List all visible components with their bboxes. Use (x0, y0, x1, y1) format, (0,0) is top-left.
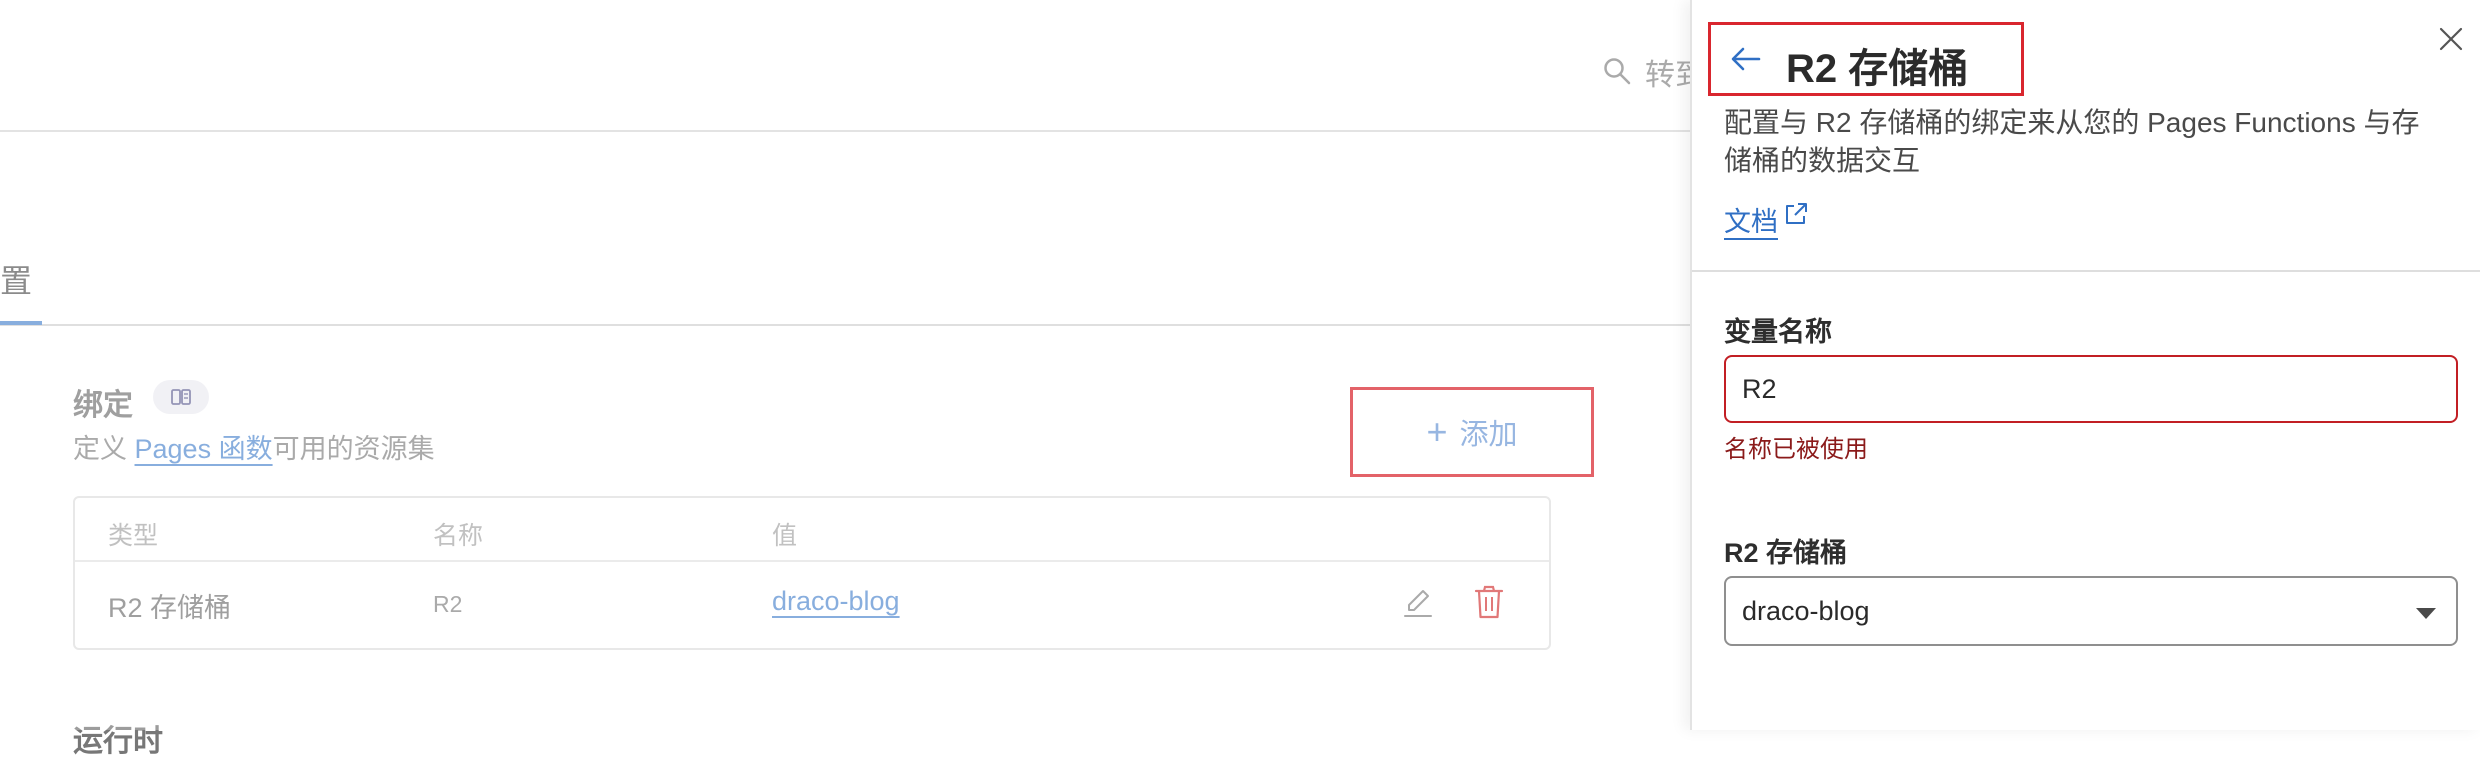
bucket-select[interactable]: draco-blog (1724, 576, 2458, 646)
variable-name-error: 名称已被使用 (1724, 436, 1868, 463)
tab-settings[interactable]: 置 (0, 256, 32, 302)
panel-title: R2 存储桶 (1786, 47, 1969, 91)
description-prefix: 定义 (73, 434, 135, 464)
top-bar: 转到 (0, 0, 1705, 132)
edit-icon[interactable] (1401, 586, 1435, 620)
bindings-description: 定义 Pages 函数可用的资源集 (73, 427, 435, 466)
runtime-section-title: 运行时 (73, 725, 163, 758)
cell-name: R2 (433, 591, 463, 617)
cell-value-link[interactable]: draco-blog (772, 586, 900, 617)
tabs-divider (0, 324, 1690, 326)
external-link-icon[interactable] (1783, 201, 1809, 227)
panel-description: 配置与 R2 存储桶的绑定来从您的 Pages Functions 与存储桶的数… (1724, 107, 2420, 176)
variable-name-input[interactable] (1724, 355, 2458, 423)
column-header-name: 名称 (433, 522, 484, 550)
column-header-type: 类型 (108, 522, 159, 550)
back-arrow-icon[interactable] (1730, 46, 1762, 72)
docs-badge[interactable] (153, 380, 209, 414)
search-icon[interactable] (1602, 56, 1632, 86)
pages-functions-link[interactable]: Pages 函数 (135, 434, 273, 464)
header-divider (75, 560, 1549, 562)
bucket-selected-value: draco-blog (1742, 596, 1870, 626)
book-icon (171, 389, 191, 405)
r2-binding-panel: R2 存储桶 配置与 R2 存储桶的绑定来从您的 Pages Functions… (1690, 0, 2480, 730)
close-icon[interactable] (2438, 26, 2464, 52)
docs-link[interactable]: 文档 (1724, 200, 1778, 239)
bindings-title: 绑定 (73, 389, 133, 422)
plus-icon: + (1426, 411, 1448, 452)
bucket-label: R2 存储桶 (1724, 538, 1848, 568)
cell-type: R2 存储桶 (108, 593, 232, 623)
bindings-table: 类型 名称 值 R2 存储桶 R2 draco-blog (73, 496, 1551, 650)
description-suffix: 可用的资源集 (272, 434, 435, 464)
add-binding-button[interactable]: + 添加 (1350, 387, 1594, 477)
variable-name-label: 变量名称 (1724, 317, 1832, 347)
panel-divider (1692, 270, 2480, 272)
column-header-value: 值 (772, 522, 798, 550)
active-tab-indicator (0, 321, 42, 325)
chevron-down-icon (2416, 608, 2436, 619)
add-button-label: 添加 (1459, 419, 1518, 451)
trash-icon[interactable] (1473, 584, 1505, 620)
